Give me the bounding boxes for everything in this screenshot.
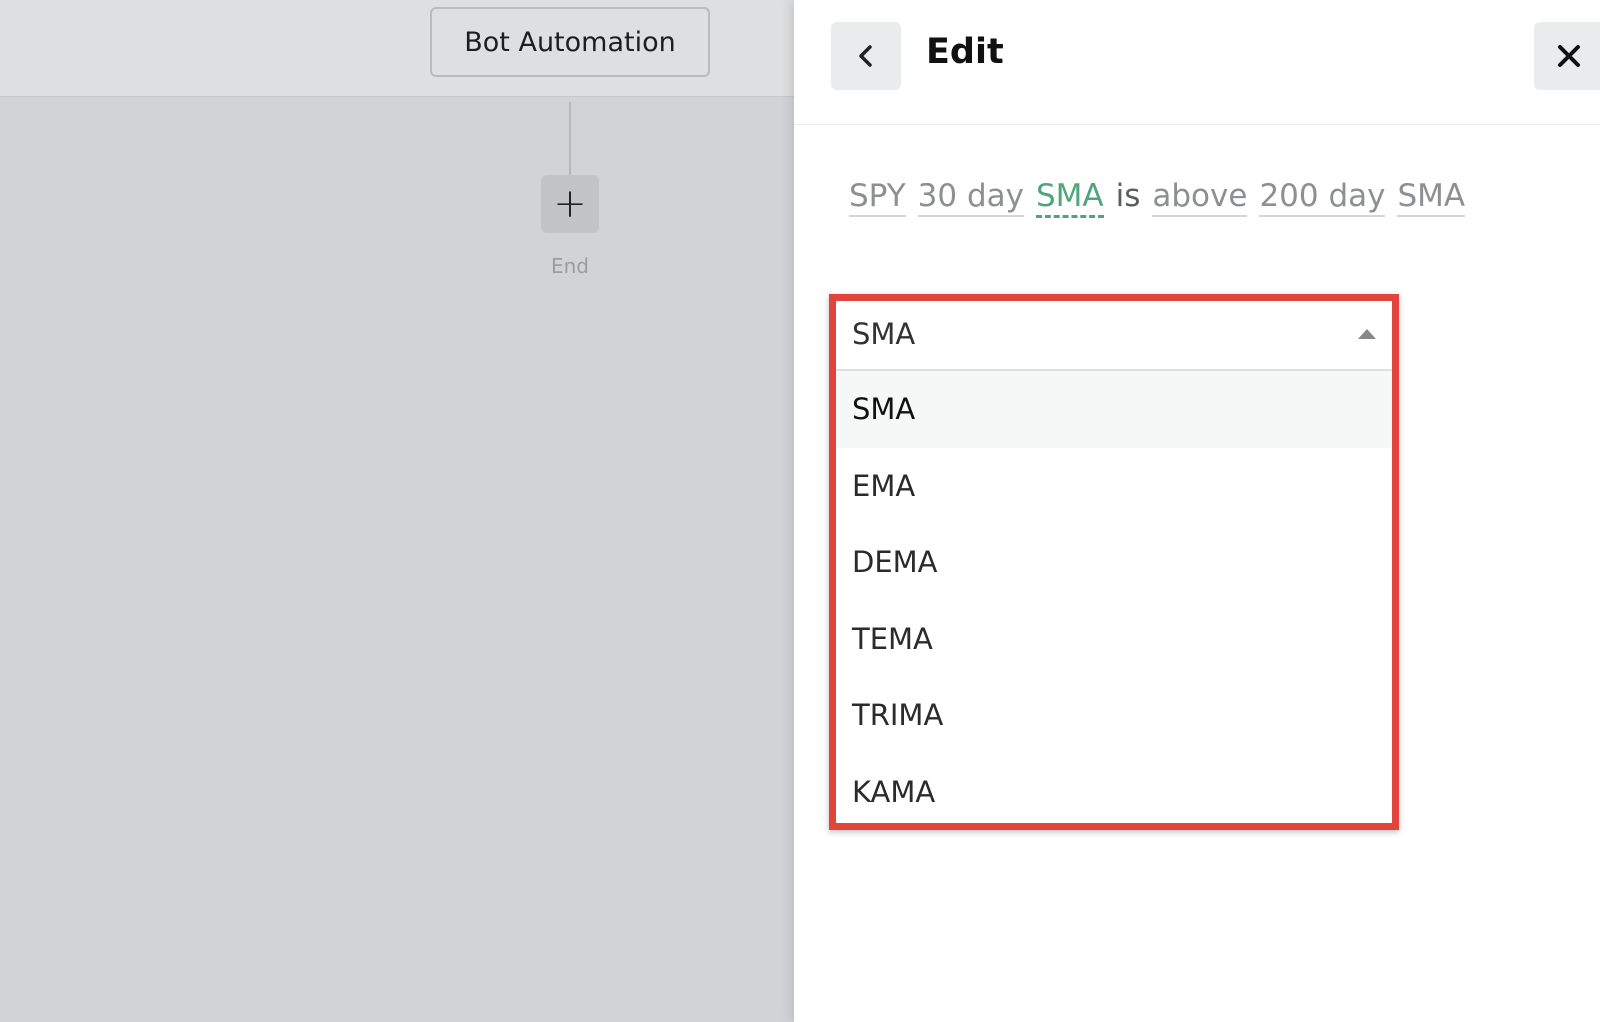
edit-panel: Edit SPY 30 day SMA is above 200 day SMA… — [794, 0, 1600, 1022]
option-tema[interactable]: TEMA — [836, 601, 1392, 678]
workflow-canvas: Bot Automation + End — [0, 0, 794, 1022]
comparator-text: is — [1115, 178, 1141, 214]
panel-title: Edit — [926, 32, 1004, 72]
option-ema[interactable]: EMA — [836, 448, 1392, 525]
caret-up-icon — [1358, 329, 1376, 339]
close-button[interactable] — [1534, 22, 1600, 90]
add-step-button[interactable]: + — [541, 175, 599, 233]
end-label: End — [550, 254, 589, 278]
ticker-token[interactable]: SPY — [849, 178, 906, 217]
indicator-token[interactable]: SMA — [1035, 178, 1104, 218]
indicator-dropdown: SMA SMA EMA DEMA TEMA TRIMA KAMA — [829, 294, 1399, 830]
select-value: SMA — [852, 317, 916, 351]
options-list: SMA EMA DEMA TEMA TRIMA KAMA — [836, 371, 1392, 830]
connector-line — [569, 102, 571, 176]
compare-indicator-token[interactable]: SMA — [1397, 178, 1466, 217]
back-button[interactable] — [831, 22, 901, 90]
option-trima[interactable]: TRIMA — [836, 677, 1392, 754]
option-kama[interactable]: KAMA — [836, 754, 1392, 831]
indicator-select[interactable]: SMA — [836, 301, 1392, 371]
close-icon — [1558, 45, 1580, 67]
condition-sentence: SPY 30 day SMA is above 200 day SMA — [849, 178, 1466, 218]
bot-automation-node[interactable]: Bot Automation — [430, 7, 710, 77]
chevron-left-icon — [859, 45, 872, 67]
panel-header: Edit — [794, 0, 1600, 125]
option-dema[interactable]: DEMA — [836, 524, 1392, 601]
direction-token[interactable]: above — [1152, 178, 1248, 217]
option-sma[interactable]: SMA — [836, 371, 1392, 448]
period-token[interactable]: 30 day — [917, 178, 1024, 217]
compare-period-token[interactable]: 200 day — [1259, 178, 1386, 217]
